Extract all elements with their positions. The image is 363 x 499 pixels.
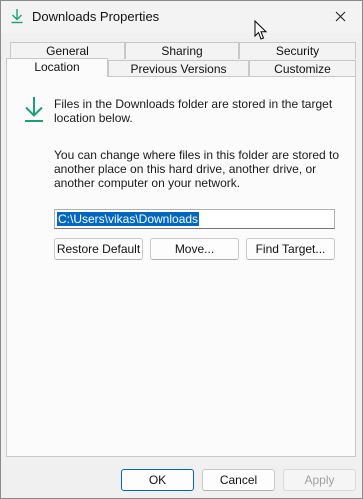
move-button[interactable]: Move... [150,238,239,260]
tab-security[interactable]: Security [239,42,356,59]
close-icon [335,11,345,21]
title-bar[interactable]: Downloads Properties [1,1,362,33]
location-intro-text: Files in the Downloads folder are stored… [54,97,333,125]
download-folder-icon [11,9,23,24]
find-target-button[interactable]: Find Target... [246,238,335,260]
ok-button[interactable]: OK [121,469,194,491]
close-button[interactable] [324,3,356,29]
target-path-input[interactable]: C:\Users\vikas\Downloads [54,209,335,229]
cancel-button[interactable]: Cancel [202,469,275,491]
tab-general[interactable]: General [10,42,125,59]
tab-customize[interactable]: Customize [249,60,356,77]
apply-button[interactable]: Apply [283,469,356,491]
target-path-value: C:\Users\vikas\Downloads [57,212,200,226]
location-description-text: You can change where files in this folde… [54,148,340,190]
restore-default-button[interactable]: Restore Default [54,238,143,260]
download-arrow-icon [25,97,43,122]
tab-location[interactable]: Location [6,58,108,77]
tab-previous-versions[interactable]: Previous Versions [108,60,249,77]
properties-window: Downloads Properties General Sharing Sec… [0,0,363,499]
window-title: Downloads Properties [32,9,160,24]
tab-sharing[interactable]: Sharing [125,42,239,59]
mouse-cursor-icon [254,20,268,40]
location-panel: Files in the Downloads folder are stored… [6,76,356,457]
